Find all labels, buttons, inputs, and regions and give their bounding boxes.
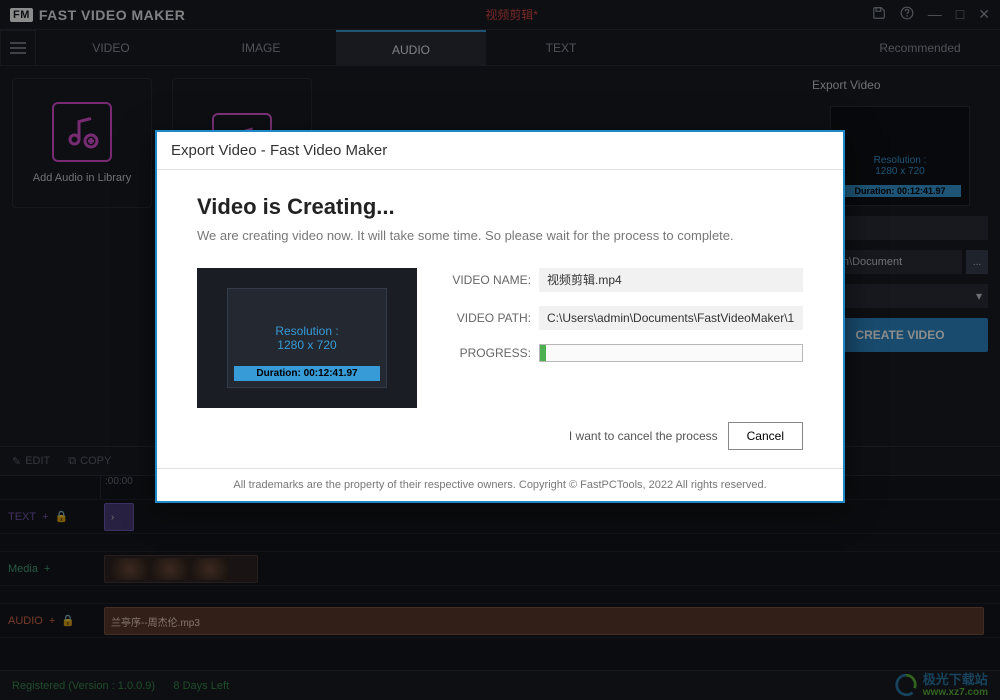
modal-title: Export Video - Fast Video Maker	[157, 132, 843, 170]
export-modal: Export Video - Fast Video Maker Video is…	[155, 130, 845, 503]
video-path-label: VIDEO PATH:	[441, 311, 531, 325]
video-path-row: VIDEO PATH:	[441, 306, 803, 330]
modal-overlay: Export Video - Fast Video Maker Video is…	[0, 0, 1000, 700]
modal-footer: All trademarks are the property of their…	[157, 468, 843, 501]
progress-label: PROGRESS:	[441, 346, 531, 360]
modal-duration: Duration: 00:12:41.97	[234, 366, 380, 381]
video-name-label: VIDEO NAME:	[441, 273, 531, 287]
video-name-row: VIDEO NAME:	[441, 268, 803, 292]
modal-resolution: Resolution : 1280 x 720	[275, 324, 338, 352]
progress-row: PROGRESS:	[441, 344, 803, 362]
video-path-input[interactable]	[539, 306, 803, 330]
modal-description: We are creating video now. It will take …	[197, 226, 803, 246]
modal-heading: Video is Creating...	[197, 194, 803, 220]
video-name-input[interactable]	[539, 268, 803, 292]
modal-preview: Resolution : 1280 x 720 Duration: 00:12:…	[197, 268, 417, 408]
cancel-text: I want to cancel the process	[569, 429, 718, 443]
cancel-button[interactable]: Cancel	[728, 422, 803, 450]
progress-bar	[539, 344, 803, 362]
